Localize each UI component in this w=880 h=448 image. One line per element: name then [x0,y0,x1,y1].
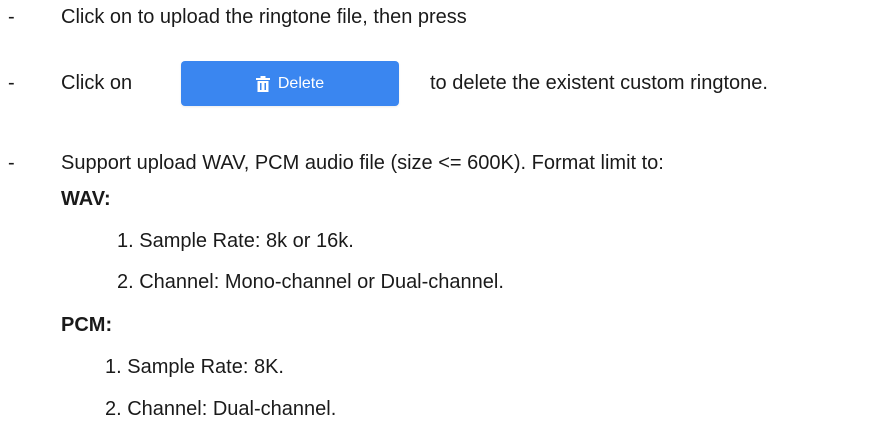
delete-button-label: Delete [277,74,325,92]
wav-item-sample-rate: 1. Sample Rate: 8k or 16k. [117,230,354,252]
instruction-upload-text: Click on to upload the ringtone file, th… [61,6,467,28]
wav-item-channel: 2. Channel: Mono-channel or Dual-channel… [117,271,504,293]
bullet-dash: - [8,6,15,28]
pcm-item-channel: 2. Channel: Dual-channel. [105,398,337,420]
delete-button[interactable]: Delete [181,61,399,106]
trash-icon [255,75,270,92]
instruction-delete-text: to delete the existent custom ringtone. [430,72,768,94]
bullet-dash: - [8,152,15,174]
format-support-text: Support upload WAV, PCM audio file (size… [61,152,664,174]
pcm-heading: PCM: [61,314,113,336]
bullet-dash: - [8,72,15,94]
instruction-click-on-text: Click on [61,72,133,94]
pcm-item-sample-rate: 1. Sample Rate: 8K. [105,356,284,378]
wav-heading: WAV: [61,188,111,210]
